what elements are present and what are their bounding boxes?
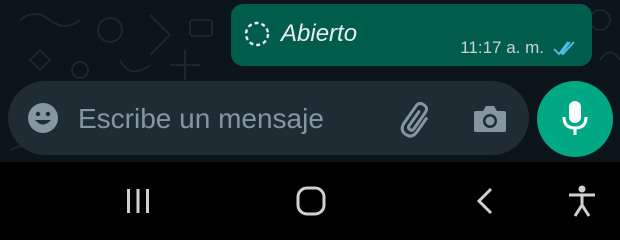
system-navigation-bar — [0, 162, 620, 239]
view-once-icon — [244, 21, 270, 47]
message-input[interactable]: Escribe un mensaje — [78, 103, 324, 135]
recents-icon[interactable] — [122, 186, 154, 216]
chat-area: Abierto 11:17 a. m. Escribe un mensaje — [0, 0, 620, 162]
mic-icon — [562, 101, 588, 135]
message-composer[interactable]: Escribe un mensaje — [8, 81, 529, 155]
emoji-icon[interactable] — [26, 101, 60, 135]
back-icon[interactable] — [474, 186, 496, 216]
accessibility-icon[interactable] — [566, 184, 598, 218]
paperclip-icon[interactable] — [396, 98, 440, 138]
home-icon[interactable] — [295, 186, 327, 216]
camera-icon[interactable] — [472, 102, 508, 134]
double-check-icon — [553, 41, 575, 56]
message-bubble[interactable]: Abierto 11:17 a. m. — [231, 4, 592, 66]
message-text: Abierto — [281, 20, 358, 47]
voice-message-button[interactable] — [537, 81, 613, 157]
message-time: 11:17 a. m. — [460, 38, 544, 57]
